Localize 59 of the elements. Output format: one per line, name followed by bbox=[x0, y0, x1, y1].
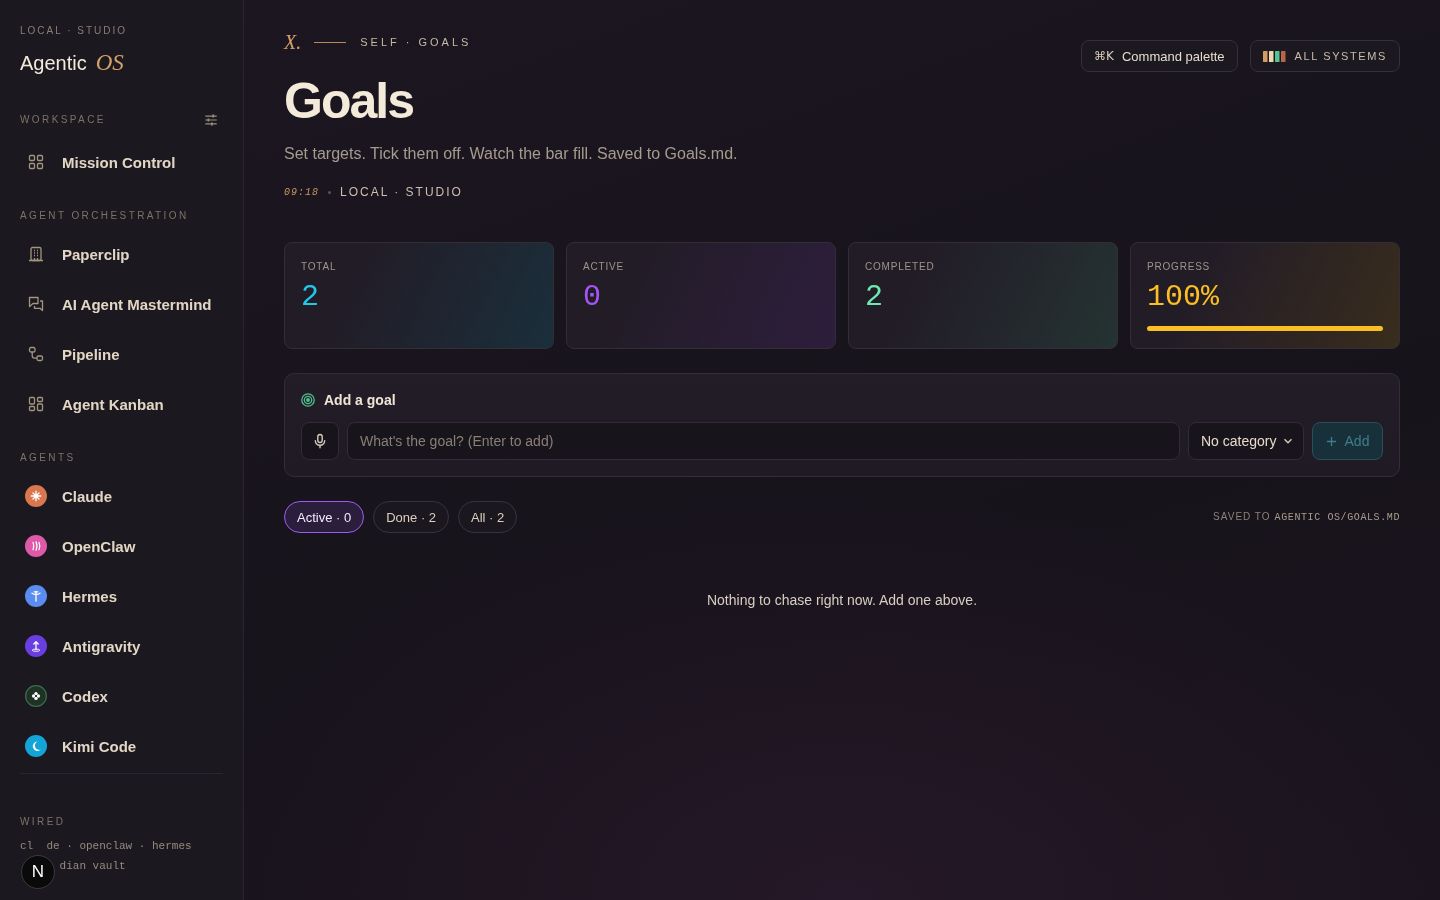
nav-item[interactable]: AI Agent Mastermind bbox=[20, 283, 223, 325]
stat-value: 0 bbox=[583, 281, 601, 313]
breadcrumb: SELF · GOALS bbox=[360, 35, 472, 50]
microphone-button[interactable] bbox=[301, 422, 339, 460]
agent-item[interactable]: Antigravity bbox=[20, 625, 223, 667]
stat-value: 2 bbox=[301, 281, 319, 313]
filter-tab[interactable]: All · 2 bbox=[458, 501, 518, 533]
stat-label: PROGRESS bbox=[1147, 261, 1211, 273]
microphone-icon bbox=[312, 433, 328, 449]
sliders-icon[interactable] bbox=[204, 113, 218, 127]
nav-item[interactable]: Pipeline bbox=[20, 333, 223, 375]
section-title: WORKSPACE bbox=[20, 113, 106, 127]
plus-icon bbox=[1325, 435, 1337, 447]
clock-time: 09:18 bbox=[284, 186, 319, 198]
stat-value: 2 bbox=[865, 281, 883, 313]
page-subtitle: Set targets. Tick them off. Watch the bar fill. Saved to Goals.md. bbox=[284, 144, 738, 164]
grid-icon bbox=[28, 154, 44, 170]
page-title: Goals bbox=[284, 73, 413, 129]
empty-state-message: Nothing to chase right now. Add one above. bbox=[705, 591, 979, 609]
filter-tab[interactable]: Done · 2 bbox=[373, 501, 450, 533]
file-path: AGENTIC OS/GOALS.MD bbox=[1274, 512, 1400, 523]
agent-item[interactable]: Hermes bbox=[20, 575, 223, 617]
category-select[interactable]: No category bbox=[1188, 422, 1304, 460]
dot-icon bbox=[328, 190, 331, 194]
chat-bubbles-icon bbox=[28, 296, 44, 312]
section-title: AGENTS bbox=[20, 451, 76, 465]
brand-suffix: OS bbox=[95, 49, 124, 77]
building-icon bbox=[28, 246, 44, 262]
target-icon bbox=[301, 393, 315, 407]
nav-item[interactable]: Mission Control bbox=[20, 141, 223, 183]
section-title: AGENT ORCHESTRATION bbox=[20, 209, 189, 223]
system-status-button[interactable]: ALL SYSTEMS bbox=[1249, 40, 1400, 72]
nav-item[interactable]: Paperclip bbox=[20, 233, 223, 275]
nav-item[interactable]: Agent Kanban bbox=[20, 383, 223, 425]
location-label: LOCAL · STUDIO bbox=[340, 185, 463, 199]
agent-item[interactable]: Codex bbox=[20, 675, 223, 717]
section-title: WIRED bbox=[20, 815, 66, 829]
agent-item[interactable]: Kimi Code bbox=[20, 725, 223, 767]
stat-label: TOTAL bbox=[301, 261, 337, 273]
panel-title: Add a goal bbox=[324, 392, 396, 408]
stat-label: COMPLETED bbox=[865, 261, 935, 273]
command-palette-button[interactable]: ⌘K Command palette bbox=[1081, 40, 1238, 72]
status-bars-icon bbox=[1262, 50, 1286, 62]
agent-item[interactable]: Claude bbox=[20, 475, 223, 517]
connected-nodes-icon bbox=[28, 346, 44, 362]
board-icon bbox=[28, 396, 44, 412]
logo-mark: X. bbox=[284, 34, 302, 50]
agent-item[interactable]: OpenClaw bbox=[20, 525, 223, 567]
goal-input[interactable]: What's the goal? (Enter to add) bbox=[347, 422, 1180, 460]
brand-name: Agentic bbox=[20, 51, 87, 76]
wired-text: dian vault bbox=[59, 860, 126, 872]
saved-label: SAVED TO bbox=[1213, 511, 1271, 522]
keyboard-shortcut: ⌘K bbox=[1094, 49, 1114, 63]
brand-eyebrow: LOCAL · STUDIO bbox=[20, 24, 128, 38]
wired-text: cl bbox=[20, 840, 34, 852]
wired-text: de · openclaw · hermes bbox=[46, 840, 192, 852]
stat-value: 100% bbox=[1147, 281, 1219, 313]
filter-tab[interactable]: Active · 0 bbox=[284, 501, 365, 533]
stat-label: ACTIVE bbox=[583, 261, 624, 273]
